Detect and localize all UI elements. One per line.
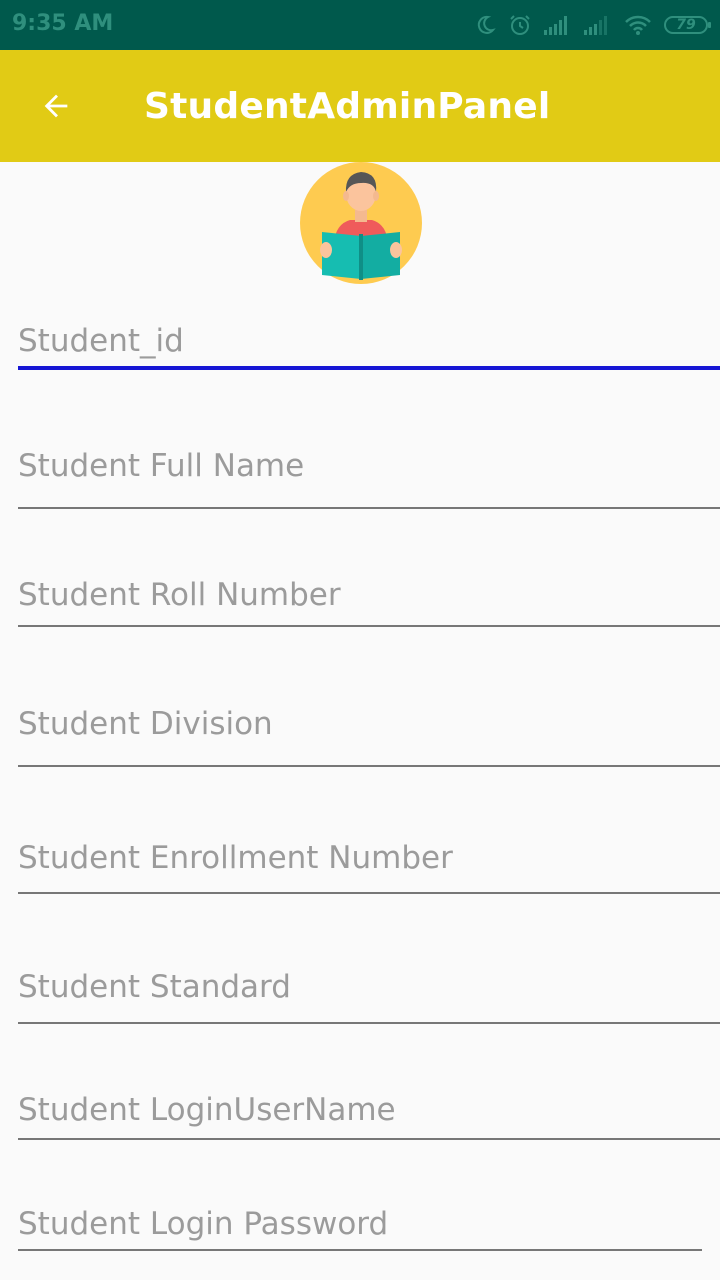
login-username-field [18, 1085, 720, 1140]
roll-number-field [18, 570, 720, 627]
division-field [18, 699, 720, 767]
login-username-underline [18, 1138, 720, 1140]
student-avatar [300, 162, 422, 284]
full-name-input[interactable] [18, 441, 720, 491]
battery-icon: 79 [664, 16, 711, 34]
student-reading-icon [300, 162, 422, 284]
student-id-input[interactable] [18, 316, 720, 366]
division-underline [18, 765, 720, 767]
roll-number-input[interactable] [18, 570, 720, 620]
full-name-field [18, 441, 720, 509]
division-input[interactable] [18, 699, 720, 749]
signal-icon [544, 16, 567, 35]
moon-icon [477, 15, 496, 34]
back-button[interactable] [28, 78, 84, 134]
student-id-field [18, 316, 720, 370]
enrollment-number-field [18, 833, 720, 894]
alarm-icon [510, 15, 530, 35]
standard-input[interactable] [18, 962, 720, 1012]
login-password-underline [18, 1249, 702, 1251]
login-password-field [18, 1199, 702, 1251]
status-bar: 9:35 AM 79 [0, 0, 720, 50]
wifi-icon [625, 15, 651, 35]
enrollment-number-input[interactable] [18, 833, 720, 883]
student-id-underline [18, 366, 720, 370]
arrow-left-icon [44, 94, 68, 118]
app-title: StudentAdminPanel [144, 86, 551, 127]
enrollment-number-underline [18, 892, 720, 894]
app-bar: StudentAdminPanel [0, 50, 720, 162]
roll-number-underline [18, 625, 720, 627]
full-name-underline [18, 507, 720, 509]
standard-field [18, 962, 720, 1024]
standard-underline [18, 1022, 720, 1024]
signal-icon-2 [584, 16, 607, 35]
login-username-input[interactable] [18, 1085, 720, 1135]
status-icons: 79 [474, 10, 711, 40]
status-time: 9:35 AM [12, 11, 114, 36]
login-password-input[interactable] [18, 1199, 702, 1249]
